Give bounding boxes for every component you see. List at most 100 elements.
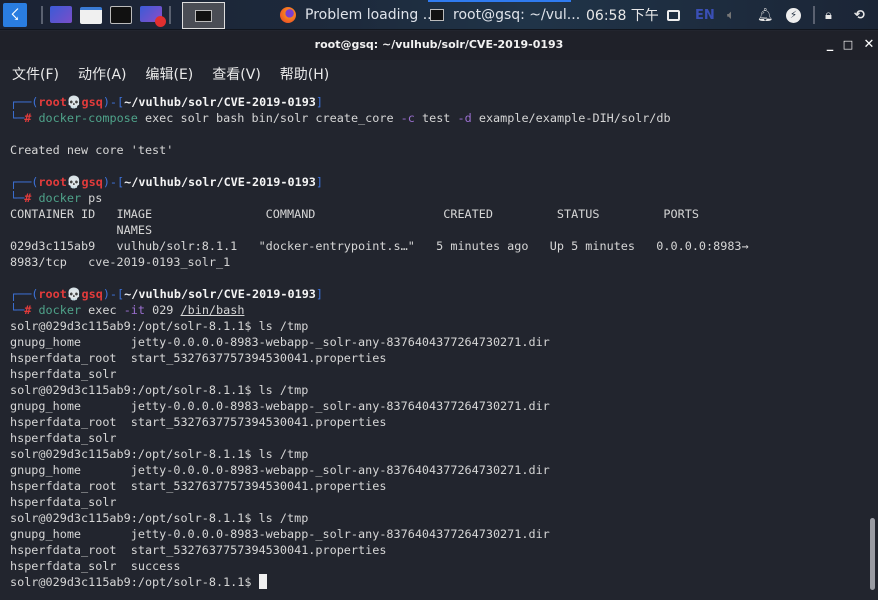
terminal-text: hsperfdata_root start_532763775739453004…: [10, 351, 387, 365]
terminal-line: hsperfdata_solr: [10, 494, 866, 510]
taskbar: ☇ Problem loading ... root@gsq: ~/vul...…: [0, 0, 878, 30]
terminal-line: solr@029d3c115ab9:/opt/solr-8.1.1$ ls /t…: [10, 318, 866, 334]
terminal-line: └─# docker ps: [10, 190, 866, 206]
terminal-text: hsperfdata_root start_532763775739453004…: [10, 543, 387, 557]
terminal-line: ┌──(root💀gsq)-[~/vulhub/solr/CVE-2019-01…: [10, 94, 866, 110]
terminal-line: hsperfdata_root start_532763775739453004…: [10, 414, 866, 430]
terminal-text: ]: [315, 95, 324, 109]
clock[interactable]: 06:58 下午: [586, 0, 659, 30]
maximize-button[interactable]: □: [840, 31, 856, 59]
terminal-line: gnupg_home jetty-0.0.0.0-8983-webapp-_so…: [10, 398, 866, 414]
terminal-text: NAMES: [10, 223, 153, 237]
window-title: root@gsq: ~/vulhub/solr/CVE-2019-0193: [0, 31, 878, 60]
scrollbar[interactable]: [870, 518, 875, 590]
volume-icon[interactable]: 🔈︎: [727, 0, 735, 30]
terminal-text: ┌──(: [10, 175, 39, 189]
terminal-text: root💀gsq: [38, 95, 103, 109]
terminal-line: └─# docker exec -it 029 /bin/bash: [10, 302, 866, 318]
terminal-text: solr@029d3c115ab9:/opt/solr-8.1.1$ ls /t…: [10, 383, 309, 397]
file-manager-icon[interactable]: [80, 7, 102, 24]
text-cursor: [258, 574, 267, 589]
menu-file[interactable]: 文件(F): [12, 64, 59, 84]
menubar: 文件(F) 动作(A) 编辑(E) 查看(V) 帮助(H): [0, 60, 878, 88]
terminal-text: #: [24, 191, 39, 205]
terminal-text: ┌──(: [10, 95, 39, 109]
minimize-button[interactable]: _: [822, 31, 838, 59]
display-icon[interactable]: [667, 0, 680, 30]
terminal-output[interactable]: ┌──(root💀gsq)-[~/vulhub/solr/CVE-2019-01…: [0, 94, 866, 590]
terminal-text: 029: [145, 303, 181, 317]
terminal-text: docker: [38, 303, 82, 317]
terminal-text: /bin/bash: [180, 303, 245, 317]
task-firefox[interactable]: Problem loading ...: [280, 0, 436, 30]
terminal-line: solr@029d3c115ab9:/opt/solr-8.1.1$: [10, 574, 866, 590]
logout-icon[interactable]: ⟲: [854, 0, 865, 30]
terminal-text: ]: [315, 287, 324, 301]
terminal-text: hsperfdata_solr: [10, 431, 117, 445]
separator: [41, 6, 43, 24]
terminal-text: gnupg_home jetty-0.0.0.0-8983-webapp-_so…: [10, 335, 550, 349]
terminal-icon: [195, 10, 212, 22]
terminal-line: ┌──(root💀gsq)-[~/vulhub/solr/CVE-2019-01…: [10, 286, 866, 302]
terminal-text: -c: [400, 111, 415, 125]
terminal-text: root💀gsq: [38, 287, 103, 301]
active-terminal-task[interactable]: [182, 2, 225, 29]
terminal-text: hsperfdata_root start_532763775739453004…: [10, 479, 387, 493]
task-terminal[interactable]: root@gsq: ~/vul...: [430, 0, 580, 30]
terminal-line: ┌──(root💀gsq)-[~/vulhub/solr/CVE-2019-01…: [10, 174, 866, 190]
terminal-line: NAMES: [10, 222, 866, 238]
terminal-text: ps: [81, 191, 103, 205]
menu-actions[interactable]: 动作(A): [78, 64, 127, 84]
terminal-text: exec: [81, 303, 124, 317]
terminal-text: 8983/tcp cve-2019-0193_solr_1: [10, 255, 231, 269]
terminal-line: gnupg_home jetty-0.0.0.0-8983-webapp-_so…: [10, 334, 866, 350]
terminal-text: )-[: [102, 95, 125, 109]
terminal-line: solr@029d3c115ab9:/opt/solr-8.1.1$ ls /t…: [10, 510, 866, 526]
terminal-line: hsperfdata_solr: [10, 366, 866, 382]
terminal-line: CONTAINER ID IMAGE COMMAND CREATED STATU…: [10, 206, 866, 222]
terminal-text: root💀gsq: [38, 175, 103, 189]
power-manager-icon[interactable]: ⚡︎: [786, 0, 801, 30]
language-indicator[interactable]: EN: [695, 0, 715, 30]
terminal-line: gnupg_home jetty-0.0.0.0-8983-webapp-_so…: [10, 526, 866, 542]
workspace-icon[interactable]: [50, 6, 72, 23]
terminal-text: #: [24, 111, 39, 125]
terminal-text: ┌──(: [10, 287, 39, 301]
menu-help[interactable]: 帮助(H): [280, 64, 329, 84]
terminal-text: solr@029d3c115ab9:/opt/solr-8.1.1$ ls /t…: [10, 319, 309, 333]
terminal-text: hsperfdata_solr: [10, 495, 117, 509]
terminal-icon[interactable]: [110, 6, 132, 24]
terminal-line: hsperfdata_root start_532763775739453004…: [10, 542, 866, 558]
menu-view[interactable]: 查看(V): [212, 64, 261, 84]
kali-menu-icon[interactable]: ☇: [3, 3, 27, 27]
menu-edit[interactable]: 编辑(E): [146, 64, 194, 84]
lock-icon[interactable]: 🔒︎: [825, 0, 832, 30]
terminal-text: #: [24, 303, 39, 317]
terminal-text: Created new core 'test': [10, 143, 174, 157]
terminal-text: hsperfdata_solr: [10, 367, 117, 381]
close-button[interactable]: ✕: [861, 31, 877, 59]
terminal-text: exec solr bash bin/solr create_core: [137, 111, 401, 125]
terminal-text: -d: [457, 111, 472, 125]
terminal-text: 029d3c115ab9 vulhub/solr:8.1.1 "docker-e…: [10, 239, 749, 253]
terminal-text: solr@029d3c115ab9:/opt/solr-8.1.1$ ls /t…: [10, 511, 309, 525]
terminal-text: gnupg_home jetty-0.0.0.0-8983-webapp-_so…: [10, 527, 550, 541]
terminal-text: test: [414, 111, 458, 125]
terminal-text: └─: [10, 303, 25, 317]
screen-recorder-icon[interactable]: [140, 6, 166, 27]
terminal-line: Created new core 'test': [10, 142, 866, 158]
terminal-text: ~/vulhub/solr/CVE-2019-0193: [124, 287, 316, 301]
terminal-line: 8983/tcp cve-2019-0193_solr_1: [10, 254, 866, 270]
terminal-line: hsperfdata_solr success: [10, 558, 866, 574]
terminal-line: hsperfdata_solr: [10, 430, 866, 446]
task-label: root@gsq: ~/vul...: [453, 7, 581, 23]
terminal-text: example/example-DIH/solr/db: [471, 111, 671, 125]
terminal-text: hsperfdata_root start_532763775739453004…: [10, 415, 387, 429]
terminal-text: └─: [10, 191, 25, 205]
terminal-text: CONTAINER ID IMAGE COMMAND CREATED STATU…: [10, 207, 699, 221]
notification-bell-icon[interactable]: 🔔︎: [757, 0, 774, 30]
separator: [169, 6, 171, 24]
